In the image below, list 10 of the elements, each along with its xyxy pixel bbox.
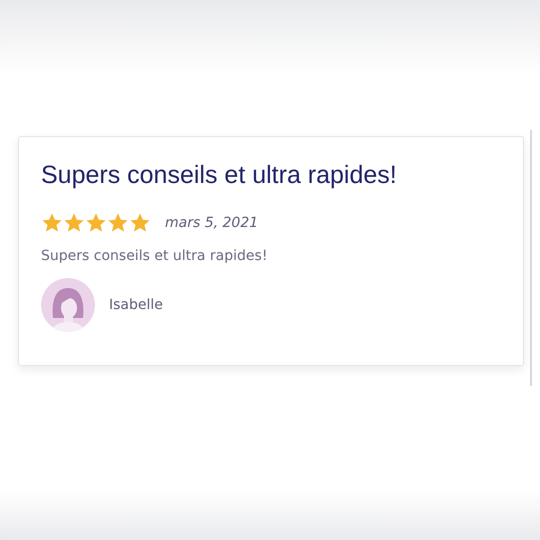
star-icon	[129, 212, 151, 234]
star-icon	[85, 212, 107, 234]
author-name: Isabelle	[109, 297, 163, 313]
review-date: mars 5, 2021	[165, 215, 258, 231]
star-icon	[41, 212, 63, 234]
review-text: Supers conseils et ultra rapides!	[41, 248, 268, 264]
avatar-icon	[41, 278, 95, 332]
star-icon	[107, 212, 129, 234]
star-icon	[63, 212, 85, 234]
review-title: Supers conseils et ultra rapides!	[41, 161, 398, 190]
